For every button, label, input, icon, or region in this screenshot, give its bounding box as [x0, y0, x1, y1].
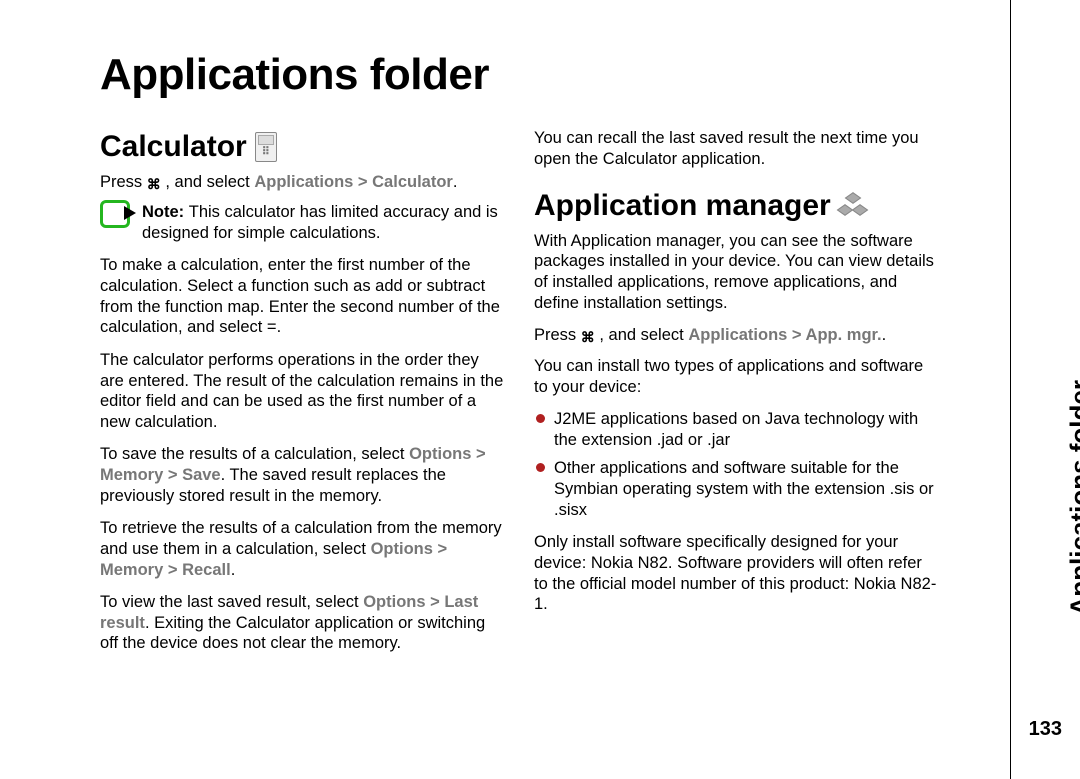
calc-p1: To make a calculation, enter the first n…	[100, 255, 506, 338]
columns: Calculator Press ⌘ , and select Applicat…	[100, 128, 940, 666]
press-mid: , and select	[161, 173, 255, 191]
menu-key-icon: ⌘	[147, 176, 161, 192]
p3a: To save the results of a calculation, se…	[100, 445, 409, 463]
calculator-heading: Calculator	[100, 128, 506, 166]
manual-page: Applications folder Calculator Press ⌘ ,…	[0, 0, 1000, 779]
page-title: Applications folder	[100, 50, 940, 100]
note-label: Note:	[142, 203, 189, 221]
appmgr-press-instruction: Press ⌘ , and select Applications > App.…	[534, 325, 940, 346]
side-tab: Applications folder 133	[1010, 0, 1080, 779]
note-arrow-icon	[124, 206, 136, 220]
side-tab-label: Applications folder	[1064, 380, 1080, 615]
press-suffix: .	[453, 173, 458, 191]
appmgr-footer: Only install software specifically desig…	[534, 532, 940, 615]
press-prefix: Press	[100, 173, 147, 191]
calc-p5: To view the last saved result, select Op…	[100, 592, 506, 654]
p4b: .	[231, 561, 236, 579]
appmgr-two-types-intro: You can install two types of application…	[534, 356, 940, 397]
cube-icon	[844, 192, 861, 204]
calc-press-instruction: Press ⌘ , and select Applications > Calc…	[100, 172, 506, 193]
calc-p2: The calculator performs operations in th…	[100, 350, 506, 433]
press-prefix: Press	[534, 326, 581, 344]
menu-key-icon: ⌘	[581, 329, 595, 345]
appmgr-heading-text: Application manager	[534, 187, 831, 225]
p5a: To view the last saved result, select	[100, 593, 363, 611]
calc-p4: To retrieve the results of a calculation…	[100, 518, 506, 580]
list-item: J2ME applications based on Java technolo…	[534, 409, 940, 450]
calculator-icon	[255, 132, 277, 162]
appmgr-menu-path: Applications > App. mgr.	[688, 326, 881, 344]
cube-icon	[836, 204, 853, 216]
appmgr-bullet-list: J2ME applications based on Java technolo…	[534, 409, 940, 520]
calc-p3: To save the results of a calculation, se…	[100, 444, 506, 506]
press-mid: , and select	[595, 326, 689, 344]
appmgr-desc: With Application manager, you can see th…	[534, 231, 940, 314]
col2-top-para: You can recall the last saved result the…	[534, 128, 940, 169]
calc-menu-path: Applications > Calculator	[254, 173, 453, 191]
application-manager-icon	[839, 193, 867, 219]
cube-icon	[851, 204, 868, 216]
appmgr-heading: Application manager	[534, 187, 940, 225]
calc-note: Note: This calculator has limited accura…	[100, 202, 506, 243]
page-number: 133	[1029, 718, 1062, 741]
p5b: . Exiting the Calculator application or …	[100, 614, 485, 653]
list-item: Other applications and software suitable…	[534, 458, 940, 520]
calculator-heading-text: Calculator	[100, 128, 247, 166]
right-column: You can recall the last saved result the…	[534, 128, 940, 666]
note-text: This calculator has limited accuracy and…	[142, 203, 498, 242]
press-suffix: .	[882, 326, 887, 344]
left-column: Calculator Press ⌘ , and select Applicat…	[100, 128, 506, 666]
